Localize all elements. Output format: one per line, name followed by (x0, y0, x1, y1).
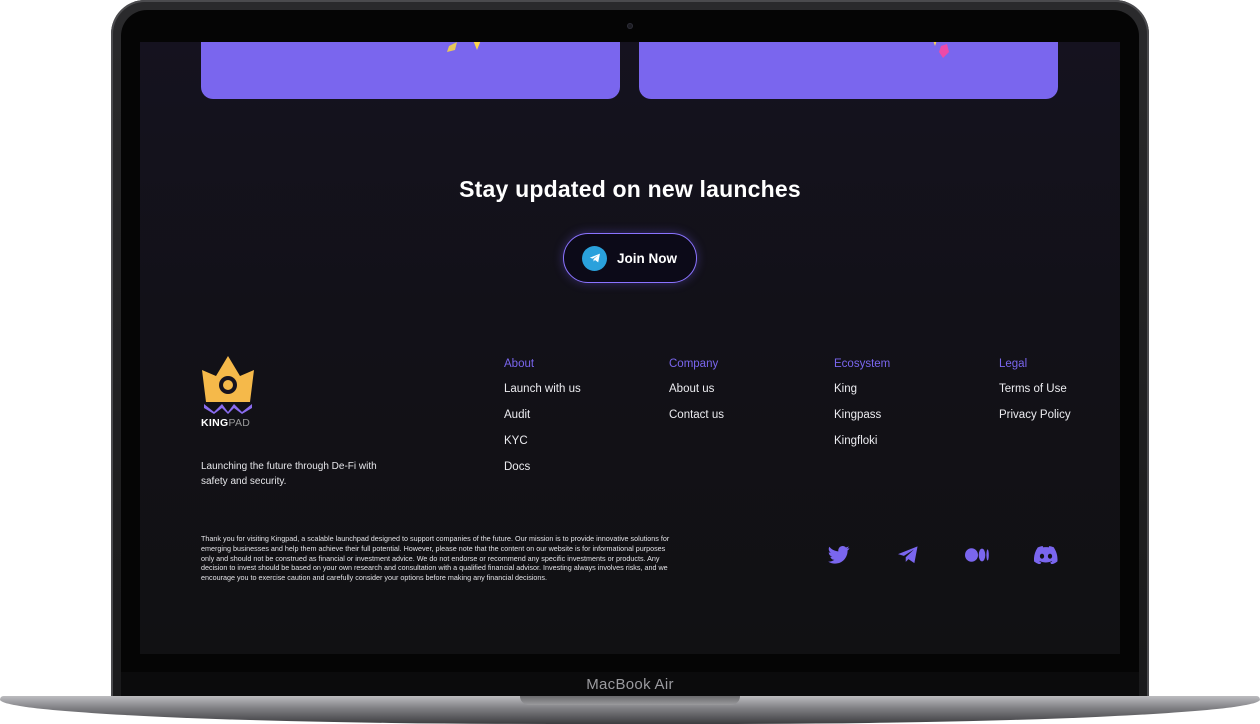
footer-column-about: About Launch with us Audit KYC Docs (504, 358, 581, 486)
footer-link-launch-with-us[interactable]: Launch with us (504, 382, 581, 408)
footer-link-kyc[interactable]: KYC (504, 434, 581, 460)
brand-tagline: Launching the future through De-Fi with … (201, 461, 377, 487)
footer-link-privacy-policy[interactable]: Privacy Policy (999, 408, 1071, 434)
laptop-notch (520, 696, 740, 705)
footer-link-king[interactable]: King (834, 382, 890, 408)
footer-column-legal: Legal Terms of Use Privacy Policy (999, 358, 1071, 434)
footer-link-kingfloki[interactable]: Kingfloki (834, 434, 890, 460)
feature-card-right (639, 42, 1058, 99)
twitter-icon[interactable] (826, 542, 852, 568)
telegram-icon[interactable] (895, 542, 921, 568)
join-now-button[interactable]: Join Now (563, 233, 697, 283)
medium-icon[interactable] (964, 542, 990, 568)
footer-link-contact-us[interactable]: Contact us (669, 408, 724, 434)
device-brand-label: MacBook Air (586, 676, 674, 693)
feature-card-left (201, 42, 620, 99)
column-title: Ecosystem (834, 358, 891, 370)
sparkle-decoration (447, 42, 481, 52)
camera (627, 23, 633, 29)
footer-column-ecosystem: Ecosystem King Kingpass Kingfloki (834, 358, 890, 460)
screen: Stay updated on new launches Join Now KI… (140, 42, 1120, 654)
discord-icon[interactable] (1033, 542, 1059, 568)
footer-link-about-us[interactable]: About us (669, 382, 724, 408)
newsletter-heading: Stay updated on new launches (459, 176, 801, 202)
footer-link-audit[interactable]: Audit (504, 408, 581, 434)
telegram-icon (582, 245, 607, 271)
column-title: Company (669, 358, 719, 370)
footer-link-kingpass[interactable]: Kingpass (834, 408, 890, 434)
footer-link-docs[interactable]: Docs (504, 460, 581, 486)
gem-decoration (933, 42, 949, 58)
logo-wordmark: KINGPAD (201, 417, 251, 429)
column-title: About (504, 358, 535, 370)
column-title: Legal (999, 358, 1028, 370)
legal-disclaimer: Thank you for visiting Kingpad, a scalab… (201, 534, 670, 583)
footer-link-terms-of-use[interactable]: Terms of Use (999, 382, 1071, 408)
footer-column-company: Company About us Contact us (669, 358, 724, 434)
join-now-label: Join Now (617, 250, 677, 266)
